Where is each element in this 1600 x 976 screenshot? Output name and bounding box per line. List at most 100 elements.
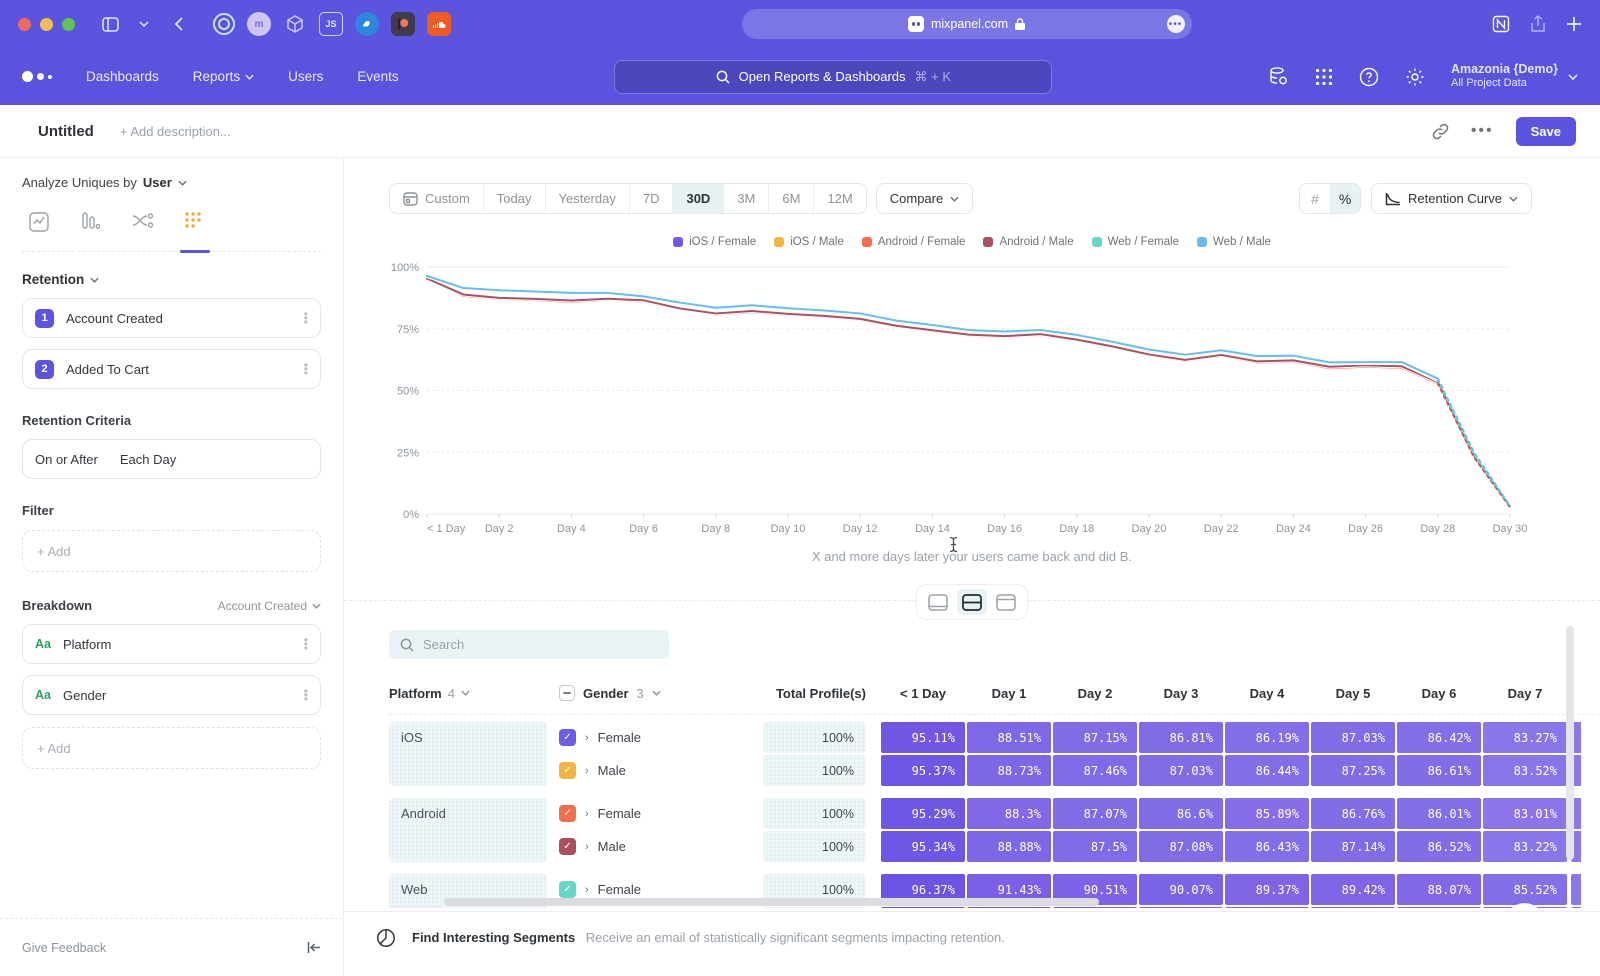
retention-value-cell[interactable]: 83.01% — [1483, 798, 1567, 829]
nav-users[interactable]: Users — [288, 69, 323, 84]
retention-value-cell[interactable]: 86.42% — [1397, 722, 1481, 753]
expand-chevron-icon[interactable]: › — [585, 884, 589, 896]
series-checkbox[interactable]: ✓ — [559, 805, 576, 822]
browser-sidebar-toggle-icon[interactable] — [97, 11, 123, 37]
window-controls[interactable] — [18, 18, 75, 31]
copy-link-icon[interactable] — [1432, 123, 1449, 140]
retention-value-cell[interactable]: 88.07% — [1397, 874, 1481, 905]
find-segments-link[interactable]: Find Interesting Segments — [412, 930, 575, 945]
new-tab-icon[interactable] — [1566, 16, 1582, 32]
retention-value-cell[interactable]: 86.6% — [1139, 798, 1223, 829]
day-column-header[interactable]: Day 1 — [967, 686, 1051, 701]
site-options-icon[interactable]: ••• — [1167, 15, 1185, 33]
day-column-header[interactable]: < 1 Day — [881, 686, 965, 701]
mixpanel-logo[interactable] — [22, 71, 52, 82]
retention-value-cell[interactable]: 88.3% — [967, 798, 1051, 829]
retention-value-cell[interactable]: 87.03% — [1139, 755, 1223, 786]
expand-chevron-icon[interactable]: › — [585, 765, 589, 777]
retention-value-cell[interactable]: 89.5% — [1311, 907, 1395, 908]
gender-cell[interactable]: ✓›Male — [559, 755, 756, 786]
retention-value-cell[interactable]: 87.15% — [1053, 722, 1137, 753]
vertical-scrollbar[interactable] — [1566, 626, 1574, 860]
step-options-icon[interactable]: ••• — [304, 363, 308, 375]
tab-flows[interactable] — [130, 212, 156, 251]
retention-value-cell[interactable]: 86.81% — [1139, 722, 1223, 753]
retention-value-cell[interactable]: 86.76% — [1311, 798, 1395, 829]
data-management-icon[interactable] — [1268, 66, 1289, 87]
platform-column-header[interactable]: Platform 4 — [389, 686, 547, 701]
date-range-today[interactable]: Today — [484, 184, 546, 213]
date-range-custom[interactable]: Custom — [390, 184, 484, 213]
retention-value-cell[interactable]: 88.51% — [967, 722, 1051, 753]
day-column-header[interactable]: Day 4 — [1225, 686, 1309, 701]
retention-value-cell[interactable]: 86.44% — [1225, 755, 1309, 786]
date-range-3m[interactable]: 3M — [724, 184, 769, 213]
soundcloud-extension-icon[interactable] — [427, 12, 451, 36]
date-range-30d[interactable]: 30D — [673, 184, 724, 213]
breakdown-event-selector[interactable]: Account Created — [218, 599, 321, 613]
step-options-icon[interactable]: ••• — [304, 312, 308, 324]
retention-value-cell[interactable]: 85.52% — [1483, 874, 1567, 905]
gender-select-all-checkbox[interactable] — [559, 685, 575, 701]
tab-retention[interactable] — [182, 212, 208, 251]
bird-extension-icon[interactable] — [355, 12, 379, 36]
retention-value-cell[interactable]: 86.43% — [1225, 831, 1309, 862]
chart-type-selector[interactable]: Retention Curve — [1371, 183, 1532, 214]
legend-item[interactable]: iOS / Female — [673, 236, 756, 248]
criteria-operator[interactable]: On or After — [35, 452, 98, 467]
give-feedback-link[interactable]: Give Feedback — [22, 941, 106, 955]
legend-item[interactable]: Android / Male — [983, 236, 1073, 248]
retention-value-cell[interactable]: 87.07% — [1053, 798, 1137, 829]
percent-toggle[interactable]: % — [1330, 184, 1360, 213]
date-range-7d[interactable]: 7D — [630, 184, 674, 213]
day-column-header[interactable]: Day 3 — [1139, 686, 1223, 701]
breakdown-options-icon[interactable]: ••• — [304, 689, 308, 701]
gender-cell[interactable]: ✓›Female — [559, 798, 756, 829]
analyze-uniques-value[interactable]: User — [143, 175, 172, 190]
retention-value-cell[interactable]: 87.25% — [1311, 755, 1395, 786]
patreon-extension-icon[interactable] — [391, 12, 415, 36]
retention-value-cell[interactable]: 95.37% — [881, 755, 965, 786]
collapse-sidebar-icon[interactable] — [307, 941, 321, 954]
close-window-button[interactable] — [18, 18, 31, 31]
cube-extension-icon[interactable] — [283, 12, 307, 36]
day-column-header[interactable]: Day 2 — [1053, 686, 1137, 701]
filter-add-button[interactable]: + Add — [22, 530, 321, 572]
retention-value-cell[interactable]: 87.46% — [1053, 755, 1137, 786]
onepassword-extension-icon[interactable] — [213, 13, 235, 35]
project-selector[interactable]: Amazonia {Demo} All Project Data — [1451, 62, 1578, 91]
series-checkbox[interactable]: ✓ — [559, 838, 576, 855]
retention-step-2[interactable]: 2 Added To Cart ••• — [22, 349, 321, 389]
retention-value-cell[interactable]: 88.1% — [1397, 907, 1481, 908]
notion-icon[interactable] — [1492, 15, 1510, 33]
retention-value-cell[interactable]: 87.03% — [1311, 722, 1395, 753]
back-button[interactable] — [165, 11, 191, 37]
retention-value-cell[interactable]: 88.88% — [967, 831, 1051, 862]
day-column-header[interactable]: Day 5 — [1311, 686, 1395, 701]
retention-value-cell[interactable]: 83.22% — [1483, 831, 1567, 862]
help-icon[interactable] — [1359, 67, 1379, 87]
retention-value-cell[interactable]: 85.89% — [1225, 798, 1309, 829]
series-checkbox[interactable]: ✓ — [559, 881, 576, 898]
retention-value-cell[interactable]: 95.29% — [881, 798, 965, 829]
retention-value-cell[interactable]: 89.42% — [1311, 874, 1395, 905]
date-range-6m[interactable]: 6M — [769, 184, 814, 213]
retention-chart[interactable]: 100%75%50%25%0%< 1 DayDay 2Day 4Day 6Day… — [389, 259, 1532, 535]
retention-value-cell[interactable]: 90.5% — [1053, 907, 1137, 908]
retention-value-cell[interactable]: 88.73% — [967, 755, 1051, 786]
share-icon[interactable] — [1530, 15, 1546, 33]
retention-value-cell[interactable]: 90.1% — [1139, 907, 1223, 908]
expand-chevron-icon[interactable]: › — [585, 808, 589, 820]
retention-value-cell[interactable]: 87.14% — [1311, 831, 1395, 862]
maximize-window-button[interactable] — [62, 18, 75, 31]
compare-button[interactable]: Compare — [876, 183, 973, 214]
gender-cell[interactable]: ✓›Male — [559, 907, 756, 908]
apps-grid-icon[interactable] — [1315, 68, 1333, 86]
breakdown-add-button[interactable]: + Add — [22, 727, 321, 769]
day-column-header[interactable]: Day 6 — [1397, 686, 1481, 701]
retention-step-1[interactable]: 1 Account Created ••• — [22, 298, 321, 338]
table-search-input[interactable]: Search — [389, 630, 669, 659]
platform-cell[interactable]: Android — [389, 798, 547, 862]
series-checkbox[interactable]: ✓ — [559, 729, 576, 746]
gender-cell[interactable]: ✓›Male — [559, 831, 756, 862]
